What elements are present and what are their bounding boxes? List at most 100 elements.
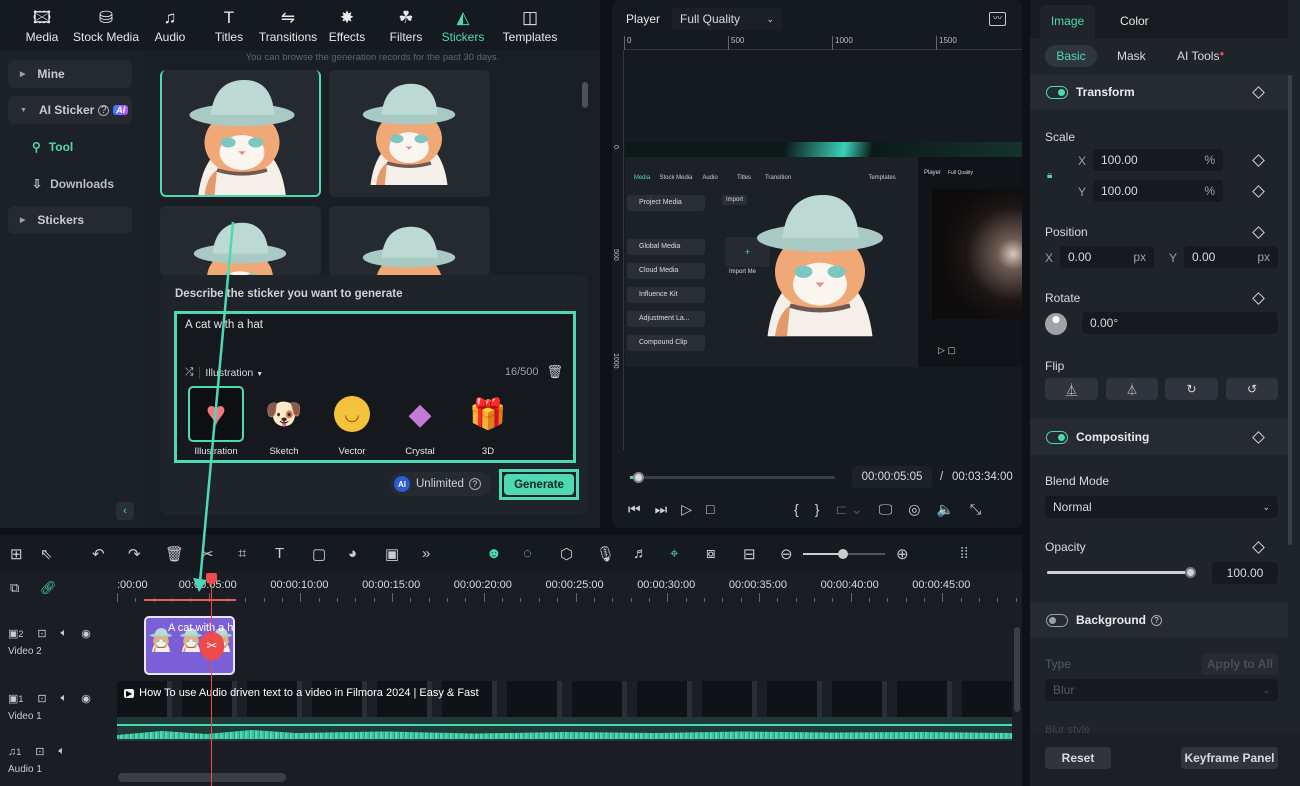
ai-mate-icon[interactable]: ☻ <box>486 545 502 562</box>
scrollbar[interactable] <box>1288 75 1292 545</box>
video-preview[interactable]: Media Stock Media Audio Titles Transition Tem… <box>625 142 1022 367</box>
keyframe-diamond-icon[interactable] <box>1252 292 1265 305</box>
volume-icon[interactable]: 🔈 <box>936 501 953 518</box>
fullscreen-icon[interactable]: ⤡ <box>970 501 981 518</box>
delete-icon[interactable]: 🗑 <box>165 545 184 563</box>
text-icon[interactable]: T <box>275 545 284 562</box>
insert-icon[interactable]: ⊏ ⌄ <box>835 501 862 518</box>
more-icon[interactable]: » <box>422 545 430 562</box>
render-icon[interactable]: ◌ <box>523 545 532 562</box>
keyframe-diamond-icon[interactable] <box>1252 226 1265 239</box>
style-option-illustration[interactable]: ♥ Illustration <box>182 386 250 457</box>
flip-vertical-button[interactable]: ⏃ <box>1106 378 1158 400</box>
style-option-vector[interactable]: ◡ Vector <box>318 386 386 457</box>
snapshot-icon[interactable]: ◎ <box>908 501 920 518</box>
zoom-in-icon[interactable]: ⊕ <box>896 545 909 563</box>
volume-icon[interactable]: 🔈︎ <box>61 627 68 640</box>
transform-section[interactable]: Transform <box>1030 74 1288 110</box>
compositing-toggle[interactable] <box>1046 430 1068 444</box>
sticker-result[interactable] <box>160 206 321 276</box>
sidebar-item-downloads[interactable]: ⇩ Downloads <box>32 177 114 191</box>
subtab-mask[interactable]: Mask <box>1117 49 1146 63</box>
volume-icon[interactable]: 🔈︎ <box>61 692 68 705</box>
position-y-input[interactable]: 0.00 px <box>1184 246 1278 268</box>
display-icon[interactable]: 🖵 <box>879 501 893 518</box>
background-toggle[interactable] <box>1046 613 1068 627</box>
keyframe-diamond-icon[interactable] <box>1252 541 1265 554</box>
redo-icon[interactable]: ↷ <box>128 545 141 563</box>
sticker-result[interactable] <box>329 206 490 276</box>
fit-icon[interactable]: ⊟ <box>743 545 756 563</box>
mark-in-icon[interactable]: { <box>794 501 799 518</box>
lock-icon[interactable]: ⊡ <box>37 692 46 705</box>
background-section[interactable]: Background? <box>1030 602 1288 638</box>
sidebar-item-mine[interactable]: ▶ Mine <box>8 60 132 88</box>
select-icon[interactable]: ⇖ <box>40 545 53 563</box>
scale-x-input[interactable]: 100.00% <box>1093 149 1223 171</box>
eye-icon[interactable]: ◉ <box>81 627 91 640</box>
position-x-input[interactable]: 0.00 px <box>1060 246 1154 268</box>
subtab-basic[interactable]: Basic <box>1045 45 1097 67</box>
audio-stretch-icon[interactable]: ♬ <box>633 545 648 562</box>
tab-image[interactable]: Image <box>1040 5 1095 38</box>
tab-filters[interactable]: ☘ Filters <box>384 0 428 50</box>
style-option-crystal[interactable]: ◆ Crystal <box>386 386 454 458</box>
layout-icon[interactable]: ⊞ <box>10 545 23 563</box>
transform-toggle[interactable] <box>1046 85 1068 99</box>
sticker-result[interactable] <box>160 70 321 197</box>
cut-icon[interactable]: ✂ <box>201 545 214 563</box>
reset-button[interactable]: Reset <box>1045 747 1111 769</box>
grid-icon[interactable]: ⁞⁞ <box>960 545 968 562</box>
playback-progress[interactable] <box>630 472 835 483</box>
undo-icon[interactable]: ↶ <box>92 545 105 563</box>
tab-effects[interactable]: ✸ Effects <box>310 0 384 50</box>
sidebar-item-stickers[interactable]: ▶ Stickers <box>8 206 132 234</box>
tab-media[interactable]: 🖾 Media <box>20 0 64 50</box>
tab-stock-media[interactable]: ⛁ Stock Media <box>64 0 148 50</box>
style-dropdown[interactable]: Illustration ▼ <box>199 366 263 379</box>
sidebar-item-ai-sticker[interactable]: ▼ AI Sticker? AI <box>8 96 132 124</box>
lock-icon[interactable]: ⊡ <box>35 745 44 758</box>
mic-icon[interactable]: 🎙 <box>596 545 615 563</box>
keyframe-panel-button[interactable]: Keyframe Panel <box>1181 747 1278 769</box>
mark-icon[interactable]: ⬡ <box>560 545 573 563</box>
previous-frame-icon[interactable]: ⏮ <box>628 501 641 518</box>
trash-icon[interactable]: 🗑 <box>546 364 563 380</box>
zoom-slider[interactable] <box>803 549 885 559</box>
add-track-icon[interactable]: ⧉ <box>10 580 19 596</box>
shape-icon[interactable]: ▢ <box>312 545 326 563</box>
tts-icon[interactable]: ▣ <box>385 545 399 563</box>
rotate-input[interactable]: 0.00° <box>1082 312 1278 334</box>
lock-ratio-icon[interactable]: 🔒︎ <box>1047 170 1052 181</box>
flip-horizontal-button[interactable]: ⏅ <box>1045 378 1098 400</box>
sidebar-item-tool[interactable]: ⚲ Tool <box>32 140 73 154</box>
subtab-ai-tools[interactable]: AI Tools● <box>1177 49 1224 63</box>
sticker-result[interactable] <box>329 70 490 197</box>
current-time[interactable]: 00:00:05:05 <box>852 466 932 488</box>
eye-icon[interactable]: ◉ <box>81 692 91 705</box>
help-icon[interactable]: ? <box>1151 614 1163 626</box>
play-icon[interactable]: ▷ <box>681 501 692 518</box>
generate-button[interactable]: Generate <box>504 474 574 495</box>
opacity-input[interactable]: 100.00 <box>1212 562 1278 584</box>
link-icon[interactable]: 🔗︎ <box>40 580 57 596</box>
next-frame-icon[interactable]: ⏭ <box>655 501 668 518</box>
snap-icon[interactable]: ⌖ <box>670 545 678 562</box>
volume-icon[interactable]: 🔈︎ <box>58 745 65 758</box>
shuffle-icon[interactable]: ⤮ <box>185 366 193 379</box>
style-option-3d[interactable]: 🎁 3D <box>454 386 522 458</box>
tab-stickers[interactable]: ◭ Stickers <box>428 0 498 50</box>
opacity-slider[interactable] <box>1047 567 1196 578</box>
tab-titles[interactable]: T Titles <box>192 0 266 50</box>
cat-sticker-overlay[interactable] <box>745 152 895 367</box>
help-icon[interactable]: ? <box>98 104 110 116</box>
lock-icon[interactable]: ⊡ <box>37 627 46 640</box>
quality-dropdown[interactable]: Full Quality ⌄ <box>672 8 782 30</box>
collapse-panel-button[interactable]: ‹ <box>116 502 134 520</box>
scopes-icon[interactable]: 〰 <box>989 12 1006 26</box>
horizontal-scrollbar[interactable] <box>118 773 286 782</box>
compositing-section[interactable]: Compositing <box>1030 419 1288 455</box>
tab-transitions[interactable]: ⇋ Transitions <box>259 0 317 50</box>
apply-to-all-button[interactable]: Apply to All <box>1202 653 1278 675</box>
tab-templates[interactable]: ◫ Templates <box>498 0 562 50</box>
